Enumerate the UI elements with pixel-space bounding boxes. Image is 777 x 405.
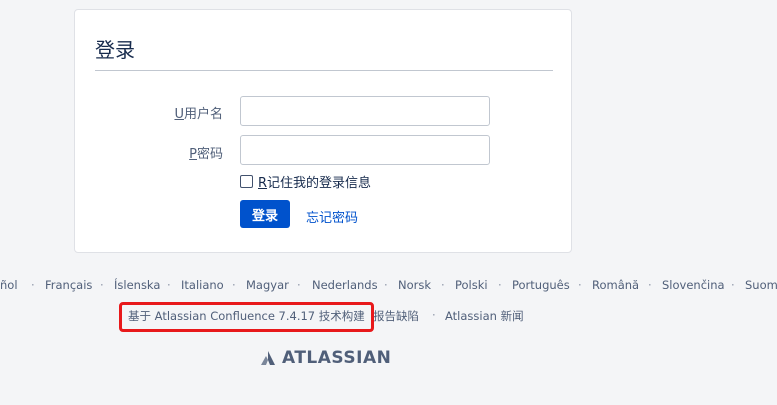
highlight-box (119, 302, 374, 332)
separator-dot: · (232, 278, 236, 292)
remember-label-text: 记住我的登录信息 (267, 176, 372, 191)
login-card: 登录 U用户名 P密码 R记住我的登录信息 登录 忘记密码 (74, 9, 572, 253)
language-link[interactable]: Suom (745, 278, 777, 292)
title-divider (95, 70, 553, 71)
language-link[interactable]: ñol (0, 278, 18, 292)
report-bug-link[interactable]: 报告缺陷 (373, 308, 419, 324)
atlassian-logo: ATLASSIAN (260, 348, 391, 368)
password-label: P密码 (189, 143, 223, 162)
language-link[interactable]: Magyar (246, 278, 289, 292)
password-label-text: 密码 (196, 147, 223, 162)
atlassian-logo-icon (261, 351, 275, 365)
separator-dot: · (297, 278, 301, 292)
login-button[interactable]: 登录 (240, 200, 290, 228)
atlassian-news-link[interactable]: Atlassian 新闻 (445, 308, 524, 324)
remember-accesskey: R (258, 176, 268, 191)
language-list: ñol · Français · Íslenska · Italiano · M… (0, 278, 777, 296)
separator-dot: · (578, 278, 582, 292)
separator-dot: · (31, 278, 35, 292)
separator-dot: · (384, 278, 388, 292)
language-link[interactable]: Português (512, 278, 570, 292)
password-input[interactable] (240, 135, 490, 165)
language-link[interactable]: Nederlands (312, 278, 378, 292)
username-label-text: 用户名 (183, 107, 223, 122)
language-link[interactable]: Norsk (398, 278, 431, 292)
language-link[interactable]: Slovenčina (662, 278, 725, 292)
separator-dot: · (731, 278, 735, 292)
username-accesskey: U (174, 107, 184, 122)
separator-dot: · (441, 278, 445, 292)
language-link[interactable]: Italiano (181, 278, 224, 292)
login-title: 登录 (95, 38, 135, 62)
separator-dot: · (498, 278, 502, 292)
remember-me-checkbox[interactable] (240, 175, 253, 188)
separator-dot: · (648, 278, 652, 292)
separator-dot: · (100, 278, 104, 292)
language-link[interactable]: Română (592, 278, 639, 292)
atlassian-logo-text: ATLASSIAN (282, 348, 392, 368)
language-link[interactable]: Íslenska (114, 278, 160, 292)
remember-me[interactable]: R记住我的登录信息 (240, 172, 371, 191)
password-accesskey: P (189, 147, 197, 162)
separator-dot: · (432, 308, 436, 322)
username-input[interactable] (240, 96, 490, 126)
language-link[interactable]: Polski (455, 278, 488, 292)
footer-links: 基于 Atlassian Confluence 7.4.17 技术构建 · 报告… (0, 308, 777, 326)
username-label: U用户名 (174, 103, 223, 122)
remember-me-label: R记住我的登录信息 (258, 172, 371, 191)
forgot-password-link[interactable]: 忘记密码 (306, 207, 358, 226)
language-link[interactable]: Français (45, 278, 92, 292)
separator-dot: · (167, 278, 171, 292)
